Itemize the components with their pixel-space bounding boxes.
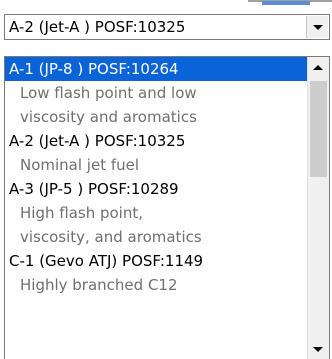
list-item-description[interactable]: viscosity and aromatics xyxy=(5,105,308,129)
dropdown-items: A-1 (JP-8 ) POSF:10264 Low flash point a… xyxy=(5,57,308,297)
list-item-description[interactable]: High flash point, xyxy=(5,201,308,225)
window-top-tab xyxy=(262,1,310,5)
list-item[interactable]: C-1 (Gevo ATJ) POSF:1149 xyxy=(5,249,308,273)
scroll-down-button[interactable] xyxy=(308,338,329,359)
list-item[interactable]: A-3 (JP-5 ) POSF:10289 xyxy=(5,177,308,201)
scroll-up-button[interactable] xyxy=(308,57,329,79)
combo-dropdown-button[interactable] xyxy=(306,16,328,38)
arrow-down-icon xyxy=(313,347,323,352)
arrow-up-icon xyxy=(313,65,323,70)
list-item-description[interactable]: Low flash point and low xyxy=(5,81,308,105)
list-item-description[interactable]: viscosity, and aromatics xyxy=(5,225,308,249)
list-item-description[interactable]: Nominal jet fuel xyxy=(5,153,308,177)
fuel-combo-box[interactable]: A-2 (Jet-A ) POSF:10325 xyxy=(4,14,330,40)
list-item[interactable]: A-2 (Jet-A ) POSF:10325 xyxy=(5,129,308,153)
list-scrollbar[interactable] xyxy=(307,57,329,359)
list-item[interactable]: A-1 (JP-8 ) POSF:10264 xyxy=(5,57,308,81)
list-item-description[interactable]: Highly branched C12 xyxy=(5,273,308,297)
scrollbar-thumb[interactable] xyxy=(310,81,327,177)
chevron-down-icon xyxy=(313,25,323,30)
fuel-dropdown-list[interactable]: A-1 (JP-8 ) POSF:10264 Low flash point a… xyxy=(4,56,330,359)
fuel-selector-window: A-2 (Jet-A ) POSF:10325 A-1 (JP-8 ) POSF… xyxy=(0,0,332,359)
combo-selected-value: A-2 (Jet-A ) POSF:10325 xyxy=(9,18,186,36)
